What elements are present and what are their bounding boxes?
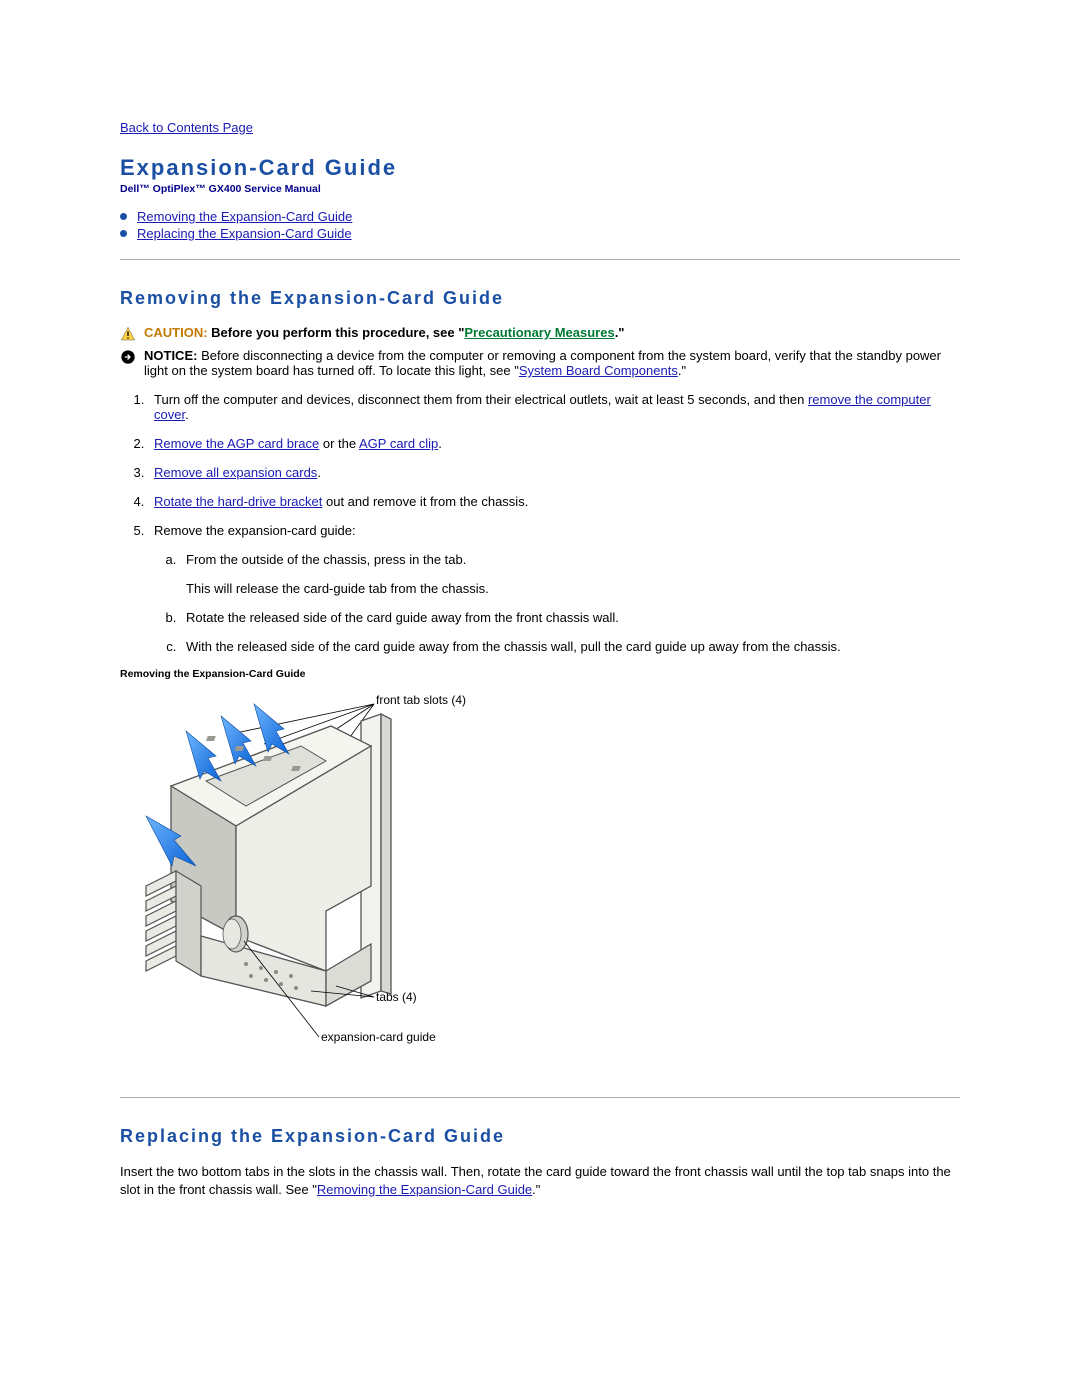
diagram-label-front-slots: front tab slots (4) [376,693,466,707]
manual-subtitle: Dell™ OptiPlex™ GX400 Service Manual [120,183,960,195]
toc-item: Removing the Expansion-Card Guide [120,209,960,224]
removing-guide-link[interactable]: Removing the Expansion-Card Guide [317,1182,532,1197]
replacing-paragraph: Insert the two bottom tabs in the slots … [120,1163,960,1198]
toc-item: Replacing the Expansion-Card Guide [120,226,960,241]
substep-b: Rotate the released side of the card gui… [180,610,960,625]
notice-body-post: ." [678,363,686,378]
step-3-post: . [317,465,321,480]
remove-expansion-cards-link[interactable]: Remove all expansion cards [154,465,317,480]
rotate-bracket-link[interactable]: Rotate the hard-drive bracket [154,494,322,509]
caution-body-post: ." [615,325,625,340]
step-2-mid: or the [319,436,359,451]
diagram-label-guide: expansion-card guide [321,1030,436,1044]
notice-label: NOTICE: [144,348,197,363]
toc-link-removing[interactable]: Removing the Expansion-Card Guide [137,209,352,224]
substeps: From the outside of the chassis, press i… [154,552,960,654]
section-heading-removing: Removing the Expansion-Card Guide [120,288,960,309]
page-title: Expansion-Card Guide [120,155,960,181]
step-1: Turn off the computer and devices, disco… [148,392,960,422]
caution-icon [120,326,136,342]
section-heading-replacing: Replacing the Expansion-Card Guide [120,1126,960,1147]
diagram-label-tabs: tabs (4) [376,990,417,1004]
caution-row: CAUTION: Before you perform this procedu… [120,325,960,342]
substep-a: From the outside of the chassis, press i… [180,552,960,596]
agp-card-clip-link[interactable]: AGP card clip [359,436,438,451]
step-2-post: . [438,436,442,451]
step-4: Rotate the hard-drive bracket out and re… [148,494,960,509]
bullet-icon [120,230,127,237]
toc-link-replacing[interactable]: Replacing the Expansion-Card Guide [137,226,352,241]
table-of-contents: Removing the Expansion-Card Guide Replac… [120,209,960,241]
substep-a-note: This will release the card-guide tab fro… [186,581,960,596]
back-link-row: Back to Contents Page [120,120,960,135]
step-2: Remove the AGP card brace or the AGP car… [148,436,960,451]
caution-text: CAUTION: Before you perform this procedu… [144,325,624,340]
system-board-components-link[interactable]: System Board Components [519,363,678,378]
caution-body-pre: Before you perform this procedure, see " [208,325,465,340]
step-3: Remove all expansion cards. [148,465,960,480]
step-1-post: . [185,407,189,422]
step-5-intro: Remove the expansion-card guide: [154,523,356,538]
notice-row: NOTICE: Before disconnecting a device fr… [120,348,960,378]
expansion-card-guide-diagram: front tab slots (4) [126,686,960,1069]
bullet-icon [120,213,127,220]
procedure-steps: Turn off the computer and devices, disco… [122,392,960,654]
substep-a-text: From the outside of the chassis, press i… [186,552,466,567]
remove-agp-brace-link[interactable]: Remove the AGP card brace [154,436,319,451]
figure-caption: Removing the Expansion-Card Guide [120,668,960,680]
precautionary-measures-link[interactable]: Precautionary Measures [464,325,614,340]
caution-label: CAUTION: [144,325,208,340]
notice-text: NOTICE: Before disconnecting a device fr… [144,348,960,378]
notice-icon [120,349,136,365]
step-1-pre: Turn off the computer and devices, disco… [154,392,808,407]
divider [120,1097,960,1098]
back-to-contents-link[interactable]: Back to Contents Page [120,120,253,135]
substep-c: With the released side of the card guide… [180,639,960,654]
step-4-post: out and remove it from the chassis. [322,494,528,509]
divider [120,259,960,260]
step-5: Remove the expansion-card guide: From th… [148,523,960,654]
replacing-text-post: ." [532,1182,540,1197]
